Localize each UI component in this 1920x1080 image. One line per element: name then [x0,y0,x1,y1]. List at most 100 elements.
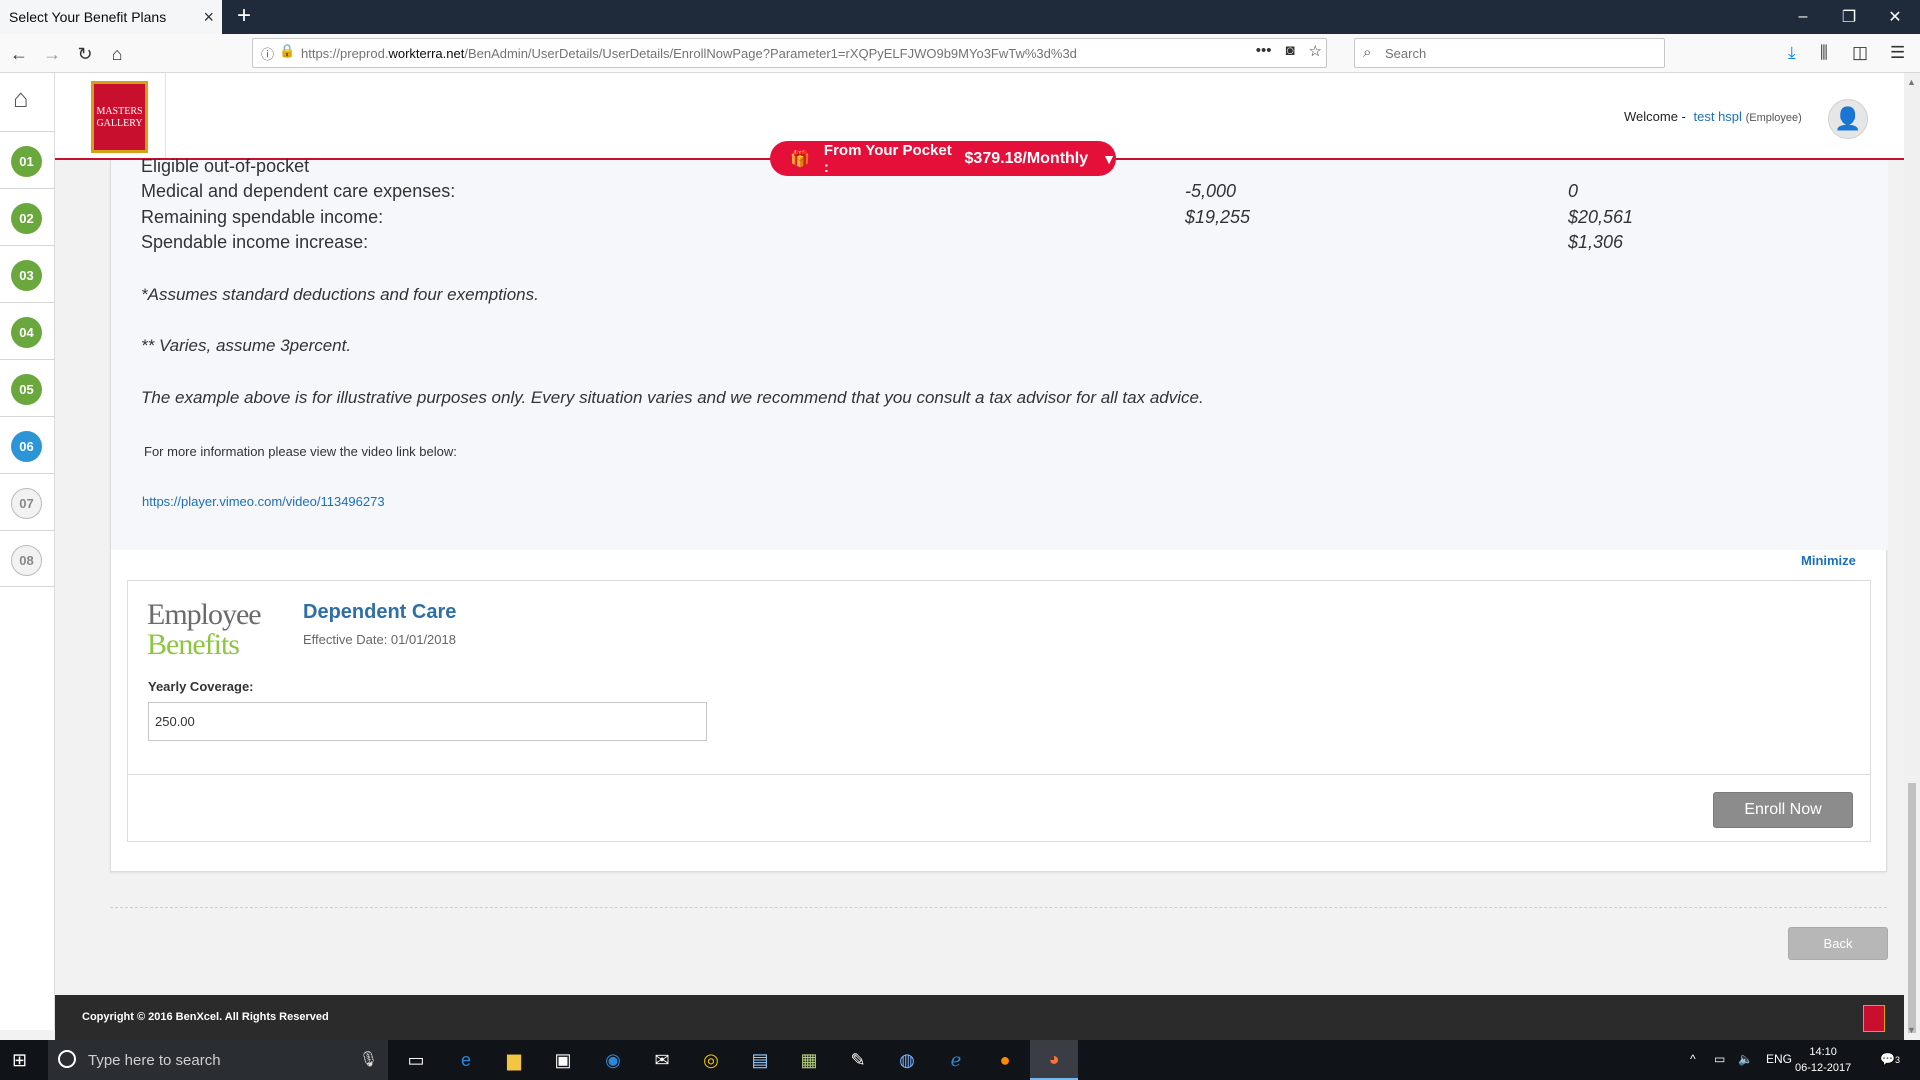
back-arrow-icon[interactable]: ← [4,39,34,69]
step-07[interactable]: 07 [0,473,55,530]
reload-icon[interactable]: ↻ [70,39,100,69]
row-value-col1: -5,000 [1185,181,1237,201]
file-explorer-icon[interactable]: ▆ [490,1040,538,1080]
home-icon[interactable]: ⌂ [102,39,132,69]
firefox-alt-icon[interactable]: ● [981,1040,1029,1080]
step-label: 02 [11,203,42,234]
close-window-icon[interactable]: ✕ [1872,0,1918,34]
main-card: Eligible out-of-pocket Medical and depen… [110,156,1888,872]
yearly-coverage-input[interactable] [148,702,707,741]
plan-title: Dependent Care [303,601,457,623]
network-icon[interactable]: ▭ [1714,1052,1725,1066]
store-icon[interactable]: ▣ [539,1040,587,1080]
volume-icon[interactable]: 🔈 [1738,1052,1753,1066]
language-indicator[interactable]: ENG [1766,1052,1792,1066]
tax-example-panel: Eligible out-of-pocket Medical and depen… [111,156,1888,550]
taskbar-search-placeholder: Type here to search [88,1051,221,1069]
logo-line2: Benefits [147,628,240,656]
microphone-icon[interactable]: 🎙 [359,1050,378,1068]
edge-icon[interactable]: e [442,1040,490,1080]
step-01[interactable]: 01 [0,131,55,188]
browser-search-input[interactable]: ⌕ Search [1354,38,1665,68]
scroll-up-icon[interactable]: ▲ [1907,77,1916,87]
step-03[interactable]: 03 [0,245,55,302]
chevron-down-icon: ▼ [1102,150,1116,167]
row-value-col2: 0 [1568,181,1579,201]
taskbar-search-input[interactable]: Type here to search 🎙 [48,1040,388,1080]
clock-time: 14:10 [1809,1046,1837,1058]
divider [128,774,1870,775]
page-scrollbar[interactable]: ▲ ▼ [1904,73,1920,1040]
row-value-col2: $1,306 [1568,232,1624,252]
step-06[interactable]: 06 [0,416,55,473]
step-04[interactable]: 04 [0,302,55,359]
cortana-icon [58,1050,76,1068]
video-link[interactable]: https://player.vimeo.com/video/113496273 [142,494,385,509]
chevron-up-icon[interactable]: ^ [1690,1052,1696,1066]
task-view-icon[interactable]: ▭ [392,1040,440,1080]
step-label: 06 [11,431,42,462]
enroll-now-button[interactable]: Enroll Now [1713,792,1853,828]
plan-card: Employee Benefits Dependent Care Effecti… [127,580,1871,842]
new-tab-icon[interactable]: + [230,2,258,30]
scroll-down-icon[interactable]: ▼ [1907,1025,1916,1035]
footer-logo [1863,1005,1885,1032]
from-your-pocket-button[interactable]: 🎁 From Your Pocket : $379.18/Monthly ▼ [770,141,1116,176]
restore-window-icon[interactable]: ❐ [1826,0,1872,34]
mail-icon[interactable]: ✉ [638,1040,686,1080]
forward-arrow-icon[interactable]: → [37,39,67,69]
step-label: 08 [11,545,42,576]
paint-icon[interactable]: ✎ [834,1040,882,1080]
avatar[interactable]: 👤 [1828,99,1868,139]
site-footer: Copyright © 2016 BenXcel. All Rights Res… [55,995,1904,1040]
row-label: Eligible out-of-pocket [141,156,310,176]
spreadsheet-icon[interactable]: ▦ [785,1040,833,1080]
browser-tab[interactable]: Select Your Benefit Plans × [0,0,222,34]
yearly-coverage-label: Yearly Coverage: [148,679,254,694]
minimize-link[interactable]: Minimize [1801,553,1856,568]
info-icon[interactable]: ⓘ [261,44,274,63]
scroll-thumb[interactable] [1908,783,1916,1033]
pocket-label: From Your Pocket : [823,141,952,176]
step-08[interactable]: 08 [0,530,55,587]
user-icon: 👤 [1834,106,1862,131]
minimize-window-icon[interactable]: – [1780,0,1826,34]
url-bar[interactable]: ⓘ 🔒 https://preprod. workterra.net/BenAdm… [252,38,1327,68]
internet-explorer-icon[interactable]: ℯ [932,1040,980,1080]
user-name-link[interactable]: test hspl [1694,109,1742,124]
company-logo[interactable]: MASTERS GALLERY [91,81,148,153]
copyright-text: Copyright © 2016 BenXcel. All Rights Res… [82,1011,329,1023]
pocket-save-icon[interactable]: ◙ [1285,42,1294,60]
menu-icon[interactable]: ☰ [1890,43,1905,63]
firefox-icon[interactable]: ◕ [1030,1040,1078,1080]
divider [110,907,1887,908]
note-deductions: *Assumes standard deductions and four ex… [141,285,539,304]
library-icon[interactable]: ⫼ [1820,43,1828,63]
employee-benefits-logo: Employee Benefits [147,599,271,655]
notification-count: 3 [1894,1055,1900,1065]
back-button[interactable]: Back [1788,927,1888,960]
effective-date: Effective Date: 01/01/2018 [303,632,456,647]
step-label: 07 [11,488,42,519]
note-varies: ** Varies, assume 3percent. [141,336,352,355]
browser-tab-bar: Select Your Benefit Plans × + – ❐ ✕ [0,0,1920,34]
step-02[interactable]: 02 [0,188,55,245]
notification-center-icon[interactable]: 💬3 [1880,1052,1900,1066]
step-label: 03 [11,260,42,291]
globe-icon[interactable]: ◍ [883,1040,931,1080]
browser-nav-bar: ← → ↻ ⌂ ⓘ 🔒 https://preprod. workterra.ne… [0,34,1920,73]
home-icon[interactable]: ⌂ [13,83,29,114]
download-icon[interactable]: ⤓ [1788,43,1796,63]
notes-icon[interactable]: ▤ [736,1040,784,1080]
step-05[interactable]: 05 [0,359,55,416]
system-clock[interactable]: 14:10 06-12-2017 [1795,1044,1851,1076]
bookmark-star-icon[interactable]: ☆ [1309,42,1322,60]
windows-start-icon[interactable]: ⊞ [12,1050,27,1071]
more-actions-icon[interactable]: ••• [1256,42,1272,60]
sidebar-icon[interactable]: ◫ [1852,43,1868,63]
browser-app-icon[interactable]: ◉ [589,1040,637,1080]
chrome-icon[interactable]: ◎ [687,1040,735,1080]
close-tab-icon[interactable]: × [203,7,214,28]
clock-date: 06-12-2017 [1795,1062,1852,1074]
browser-search-placeholder: Search [1385,45,1427,61]
